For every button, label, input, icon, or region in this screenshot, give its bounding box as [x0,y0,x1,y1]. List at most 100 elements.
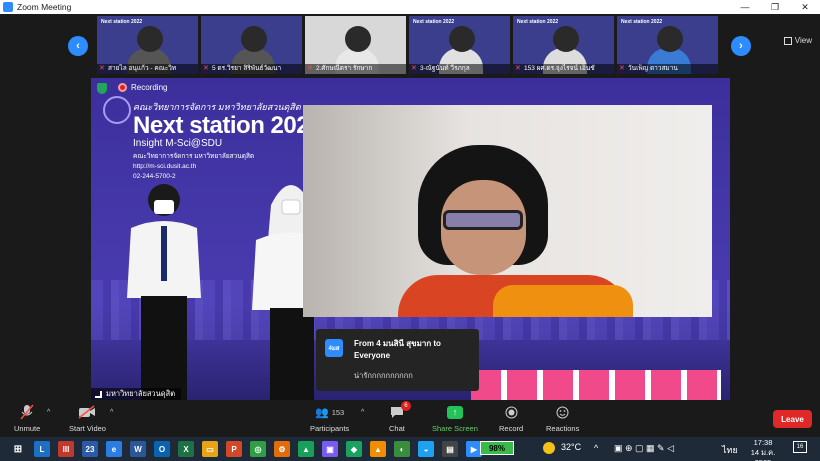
participant-thumbnail[interactable]: Next station 2022 3-ณัฐนันท์ วีรภกุล ✕ [409,16,510,74]
participant-name: สายไล อนุแก้ว - คณะวิท [97,64,198,74]
signal-bars-icon [95,390,102,398]
contact-line: คณะวิทยาการจัดการ มหาวิทยาลัยสวนดุสิต [133,153,255,160]
backdrop-stripe [471,370,721,400]
participant-head [137,26,163,52]
video-options-caret[interactable]: ^ [110,409,113,416]
speaker-shirt-accent [493,285,633,317]
tray-expand-icon[interactable]: ^ [594,443,598,453]
chat-label: Chat [389,424,405,433]
record-label: Record [499,424,524,433]
taskbar-app-icon[interactable]: ▲ [298,441,314,457]
recording-label: Recording [131,83,168,92]
recording-indicator[interactable]: Recording [118,83,167,92]
taskbar-app-icon[interactable]: L [34,441,50,457]
temperature[interactable]: 32°C [561,442,581,452]
view-button[interactable]: View [783,36,812,45]
unmute-button[interactable]: Unmute [14,404,40,433]
participant-thumbnail[interactable]: 2.ศักษณีตรา รักษาก ✕ [305,16,406,74]
taskbar-app-icon[interactable]: X [178,441,194,457]
meeting-toolbar: Unmute ^ Start Video ^ 👥 153 Participant… [0,401,820,437]
windows-taskbar: ⊞ L III 23 e W O X ▭ P ◎ ⚙ ▲ ▣ ◆ ▲ ◐ ◒ ▤ ▶ [0,437,820,461]
sender-avatar: 4มส [325,339,343,357]
taskbar-app-icon[interactable]: O [154,441,170,457]
taskbar-app-icon[interactable]: 23 [82,441,98,457]
audio-options-caret[interactable]: ^ [47,409,50,416]
close-button[interactable]: ✕ [790,0,820,14]
event-subtitle: Insight M-Sci@SDU [133,138,223,149]
taskbar-app-icon[interactable]: P [226,441,242,457]
participant-head [241,26,267,52]
clock-time: 17:38 [753,438,773,447]
presenter-left [127,184,201,400]
contact-line: http://m-sci.dusit.ac.th [133,163,197,170]
participant-thumbnail[interactable]: 5 ดร.วิรยา สิริพันธ์วัฒนา ✕ [201,16,302,74]
video-source-label: มหาวิทยาลัยสวนดุสิต [91,388,182,400]
participants-count: 153 [331,407,345,417]
start-video-button[interactable]: Start Video [69,404,106,433]
thumb-banner: Next station 2022 [517,19,559,25]
system-clock[interactable]: 17:38 14 ม.ค. 2565 [745,438,781,461]
record-button[interactable]: Record [499,404,523,433]
taskbar-app-icon[interactable]: ⚙ [274,441,290,457]
source-name: มหาวิทยาลัยสวนดุสิต [106,389,176,398]
taskbar-app-icon[interactable]: ◆ [346,441,362,457]
participant-thumbnail[interactable]: Next station 2022 วันเพ็ญ ดาวสมาน ✕ [617,16,718,74]
notification-center-icon[interactable]: 16 [793,441,807,453]
battery-indicator[interactable]: 98% [480,441,514,455]
participants-options-caret[interactable]: ^ [361,409,364,416]
windows-start-icon[interactable]: ⊞ [10,441,26,457]
encryption-shield-icon[interactable] [97,83,107,94]
participant-head [449,26,475,52]
taskbar-app-icon[interactable]: W [130,441,146,457]
reactions-icon [556,404,569,420]
participant-head [345,26,371,52]
chat-sender: From 4 มนสินี สุขมาก to Everyone [354,339,441,360]
window-title: Zoom Meeting [17,2,72,12]
taskbar-app-icon[interactable]: ▣ [322,441,338,457]
thumb-banner: Next station 2022 [101,19,143,25]
participants-button[interactable]: 👥 153 Participants [310,404,349,434]
share-screen-icon: ↑ [446,404,463,420]
zoom-window: Zoom Meeting — ❐ ✕ ‹ Next station 2022 ส… [0,0,820,461]
reactions-button[interactable]: Reactions [546,404,579,433]
taskbar-apps: L III 23 e W O X ▭ P ◎ ⚙ ▲ ▣ ◆ ▲ ◐ ◒ ▤ ▶ [26,441,482,457]
weather-sun-icon[interactable] [543,442,555,454]
thumb-banner: Next station 2022 [621,19,663,25]
record-icon [505,404,518,420]
participant-thumbnail[interactable]: Next station 2022 153 ผศ.ดร.จุงไรจน์ เอ็… [513,16,614,74]
leave-button[interactable]: Leave [773,410,812,428]
taskbar-app-icon[interactable]: ▭ [202,441,218,457]
tray-icons[interactable]: ▣ ⊕ ▢ ▦ ✎ ◁ [614,443,674,454]
clock-date: 14 ม.ค. 2565 [750,448,776,461]
previous-page-button[interactable]: ‹ [68,36,88,56]
chat-notification[interactable]: 4มส From 4 มนสินี สุขมาก to Everyone น่า… [316,329,479,391]
muted-mic-icon: ✕ [515,65,521,72]
participant-name: วันเพ็ญ ดาวสมาน [617,64,718,74]
university-logo [103,96,131,124]
taskbar-app-icon[interactable]: ◒ [418,441,434,457]
taskbar-app-icon[interactable]: ▤ [442,441,458,457]
maximize-button[interactable]: ❐ [760,0,790,14]
minimize-button[interactable]: — [730,0,760,14]
chat-icon: 6 [390,401,411,420]
participant-head [657,26,683,52]
input-language[interactable]: ไทย [722,443,738,457]
next-page-button[interactable]: › [731,36,751,56]
reactions-label: Reactions [546,424,580,433]
chat-button[interactable]: 6 Chat [389,401,411,433]
taskbar-app-icon[interactable]: ◎ [250,441,266,457]
muted-mic-icon: ✕ [203,65,209,72]
taskbar-app-icon[interactable]: ◐ [394,441,410,457]
participant-thumbnail[interactable]: Next station 2022 สายไล อนุแก้ว - คณะวิท… [97,16,198,74]
taskbar-app-icon[interactable]: ▲ [370,441,386,457]
taskbar-app-icon[interactable]: III [58,441,74,457]
muted-mic-icon [20,404,34,420]
participant-name: 153 ผศ.ดร.จุงไรจน์ เอ็นชั [513,64,614,74]
taskbar-app-icon[interactable]: e [106,441,122,457]
event-title: Next station 2022 [133,112,322,139]
chat-unread-badge: 6 [400,401,411,411]
muted-mic-icon: ✕ [411,65,417,72]
thumb-banner: Next station 2022 [413,19,455,25]
share-screen-button[interactable]: ↑ Share Screen [432,404,478,433]
speaker-glasses [443,210,523,230]
